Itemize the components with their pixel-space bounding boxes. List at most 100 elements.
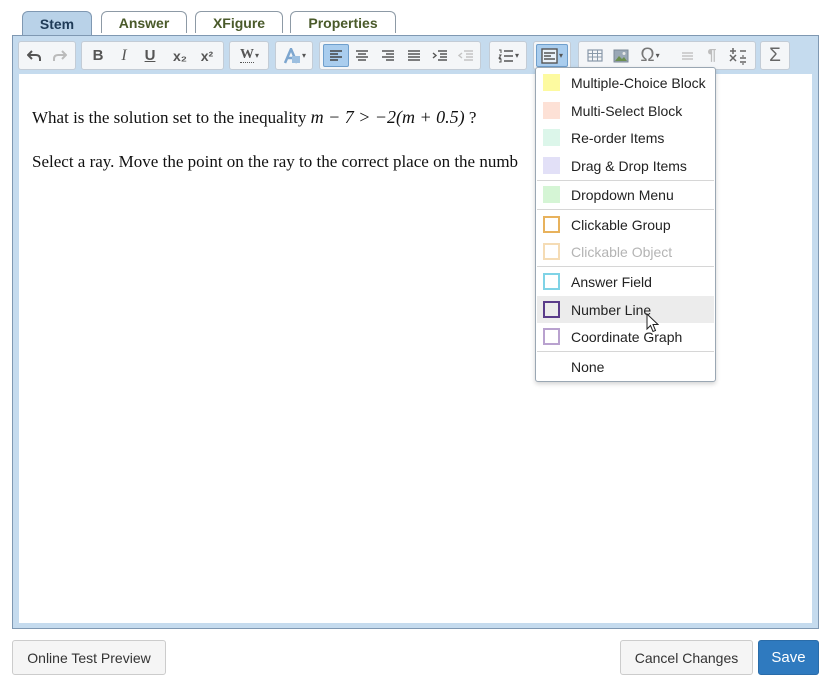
math-operators-icon bbox=[729, 47, 746, 65]
menu-item-multiple-choice-block[interactable]: Multiple-Choice Block bbox=[537, 69, 714, 96]
color-swatch-icon bbox=[543, 102, 560, 119]
toolbar-group-history bbox=[18, 41, 76, 70]
menu-item-number-line[interactable]: Number Line bbox=[537, 296, 714, 333]
chevron-down-icon: ▾ bbox=[254, 51, 259, 60]
toolbar-group-color: ▾ bbox=[275, 41, 313, 70]
indent-icon bbox=[432, 49, 447, 61]
formula-button[interactable]: Σ bbox=[763, 44, 787, 67]
outline-swatch-icon bbox=[543, 328, 560, 345]
menu-item-label: Multiple-Choice Block bbox=[571, 74, 706, 91]
color-swatch-icon bbox=[543, 129, 560, 146]
align-left-icon bbox=[330, 49, 342, 61]
indent-button[interactable] bbox=[427, 44, 453, 67]
menu-item-drag-drop-items[interactable]: Drag & Drop Items bbox=[537, 152, 714, 179]
image-icon bbox=[613, 49, 629, 62]
redo-icon bbox=[53, 49, 67, 61]
tab-properties[interactable]: Properties bbox=[290, 11, 396, 33]
outdent-button[interactable] bbox=[453, 44, 479, 67]
question-suffix: ? bbox=[468, 108, 477, 127]
table-icon bbox=[587, 49, 603, 62]
question-line-2: Select a ray. Move the point on the ray … bbox=[32, 152, 519, 171]
chevron-down-icon: ▾ bbox=[301, 51, 306, 60]
menu-item-label: Dropdown Menu bbox=[571, 186, 674, 203]
color-swatch-icon bbox=[543, 157, 560, 174]
omega-icon: Ω bbox=[640, 44, 655, 66]
italic-button[interactable]: I bbox=[112, 44, 136, 67]
toolbar-group-insert: Ω ▾ ¶ bbox=[578, 41, 756, 70]
chevron-down-icon: ▾ bbox=[655, 51, 660, 60]
align-right-icon bbox=[382, 49, 394, 61]
menu-item-multi-select-block[interactable]: Multi-Select Block bbox=[537, 97, 714, 124]
text-color-icon bbox=[283, 47, 300, 63]
chevron-down-icon: ▾ bbox=[558, 51, 563, 60]
align-center-button[interactable] bbox=[349, 44, 375, 67]
show-blocks-button[interactable]: ¶ bbox=[700, 44, 724, 67]
menu-item-reorder-items[interactable]: Re-order Items bbox=[537, 124, 714, 151]
superscript-button[interactable]: x² bbox=[194, 44, 220, 67]
toolbar-group-list: ▾ bbox=[489, 41, 527, 70]
align-justify-icon bbox=[408, 49, 420, 61]
align-justify-button[interactable] bbox=[401, 44, 427, 67]
inequality-expression: m − 7 > −2(m + 0.5) bbox=[310, 107, 465, 127]
pilcrow-icon: ¶ bbox=[707, 46, 717, 64]
menu-item-label: Multi-Select Block bbox=[571, 102, 683, 119]
color-swatch-icon bbox=[543, 74, 560, 91]
outline-swatch-icon bbox=[543, 273, 560, 290]
color-swatch-icon bbox=[543, 186, 560, 203]
insert-interaction-menu: Multiple-Choice Block Multi-Select Block… bbox=[535, 67, 716, 382]
numbered-list-icon bbox=[498, 49, 513, 62]
font-style-dropdown[interactable]: W ▾ bbox=[233, 44, 266, 67]
paragraph-style-button[interactable] bbox=[675, 44, 699, 67]
cancel-changes-button[interactable]: Cancel Changes bbox=[620, 640, 753, 675]
menu-item-label: None bbox=[571, 358, 605, 375]
redo-button[interactable] bbox=[48, 44, 72, 67]
math-operators-button[interactable] bbox=[725, 44, 751, 67]
tab-answer[interactable]: Answer bbox=[101, 11, 187, 33]
tab-xfigure[interactable]: XFigure bbox=[195, 11, 283, 33]
menu-item-label: Clickable Group bbox=[571, 216, 671, 233]
toolbar-group-formula: Σ bbox=[760, 41, 790, 70]
menu-item-label: Answer Field bbox=[571, 273, 652, 290]
text-color-dropdown[interactable]: ▾ bbox=[279, 44, 310, 67]
outline-swatch-icon bbox=[543, 301, 560, 318]
question-line-1: What is the solution set to the inequali… bbox=[32, 107, 476, 128]
numbered-list-dropdown[interactable]: ▾ bbox=[493, 44, 524, 67]
table-button[interactable] bbox=[583, 44, 607, 67]
menu-item-label: Re-order Items bbox=[571, 129, 665, 146]
outline-swatch-icon bbox=[543, 243, 560, 260]
word-style-icon: W bbox=[239, 47, 254, 63]
bold-button[interactable]: B bbox=[86, 44, 110, 67]
image-button[interactable] bbox=[609, 44, 633, 67]
menu-divider bbox=[537, 266, 714, 267]
underline-button[interactable]: U bbox=[138, 44, 162, 67]
align-left-button[interactable] bbox=[323, 44, 349, 67]
online-test-preview-button[interactable]: Online Test Preview bbox=[12, 640, 166, 675]
special-character-dropdown[interactable]: Ω ▾ bbox=[635, 44, 665, 67]
toolbar-group-alignment bbox=[319, 41, 481, 70]
menu-item-label: Clickable Object bbox=[571, 243, 673, 260]
menu-item-clickable-group[interactable]: Clickable Group bbox=[537, 211, 714, 238]
toolbar-group-text-style: B I U x₂ x² bbox=[81, 41, 224, 70]
interaction-block-icon bbox=[541, 47, 558, 64]
menu-item-label: Coordinate Graph bbox=[571, 328, 683, 345]
tab-stem[interactable]: Stem bbox=[22, 11, 92, 36]
menu-item-dropdown-menu[interactable]: Dropdown Menu bbox=[537, 181, 714, 208]
menu-item-answer-field[interactable]: Answer Field bbox=[537, 268, 714, 295]
question-prefix: What is the solution set to the inequali… bbox=[32, 108, 307, 127]
menu-item-none[interactable]: None bbox=[537, 353, 714, 380]
menu-item-clickable-object: Clickable Object bbox=[537, 238, 714, 265]
align-right-button[interactable] bbox=[375, 44, 401, 67]
subscript-button[interactable]: x₂ bbox=[167, 44, 193, 67]
menu-divider bbox=[537, 209, 714, 210]
outdent-icon bbox=[458, 49, 473, 61]
undo-icon bbox=[27, 49, 41, 61]
save-button[interactable]: Save bbox=[758, 640, 819, 675]
text-lines-icon bbox=[681, 51, 693, 60]
undo-button[interactable] bbox=[22, 44, 46, 67]
insert-interaction-dropdown[interactable]: ▾ bbox=[536, 44, 568, 67]
menu-item-coordinate-graph[interactable]: Coordinate Graph bbox=[537, 323, 714, 350]
menu-item-label: Drag & Drop Items bbox=[571, 157, 687, 174]
sigma-icon: Σ bbox=[769, 44, 781, 66]
outline-swatch-icon bbox=[543, 216, 560, 233]
align-center-icon bbox=[356, 49, 368, 61]
